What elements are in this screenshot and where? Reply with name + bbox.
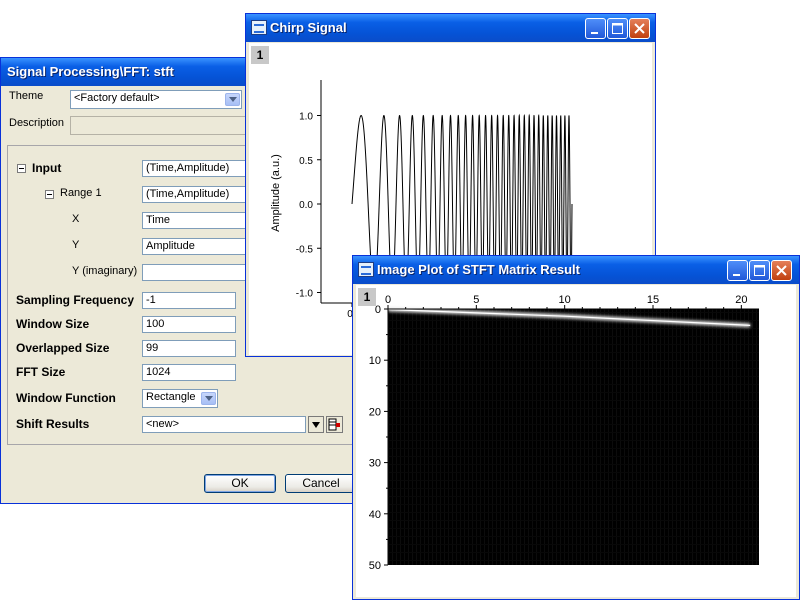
minimize-button[interactable] — [727, 260, 748, 281]
x-tick-label: 15 — [647, 294, 659, 306]
dropdown-arrow-button[interactable] — [308, 416, 324, 433]
y-tick-label: 40 — [369, 509, 381, 521]
window-function-label: Window Function — [16, 391, 116, 405]
shift-results-field[interactable]: <new> — [142, 416, 306, 433]
window-function-select[interactable]: Rectangle — [142, 389, 218, 408]
y-tick-label: 30 — [369, 458, 381, 470]
chirp-window-title-bar[interactable]: Chirp Signal — [246, 14, 655, 42]
graph-window-icon — [251, 20, 267, 35]
maximize-icon — [612, 23, 623, 34]
x-field[interactable]: Time — [142, 212, 262, 229]
window-size-label: Window Size — [16, 317, 90, 331]
x-tick-label: 5 — [473, 294, 479, 306]
y-tick-label: -0.5 — [296, 244, 314, 255]
overlapped-size-field[interactable]: 99 — [142, 340, 236, 357]
theme-select[interactable]: <Factory default> — [70, 90, 242, 109]
range1-label: Range 1 — [60, 187, 102, 199]
description-field[interactable] — [70, 116, 250, 135]
triangle-down-icon — [312, 422, 320, 428]
ok-button[interactable]: OK — [204, 474, 276, 493]
minimize-button[interactable] — [585, 18, 606, 39]
chevron-down-icon[interactable] — [225, 93, 240, 106]
stft-image-window: Image Plot of STFT Matrix Result 1 0 5 1… — [352, 255, 800, 600]
image-plot-area: 1 0 5 10 15 20 0 10 20 30 40 50 — [356, 285, 796, 597]
y-field[interactable]: Amplitude — [142, 238, 262, 255]
overlapped-size-label: Overlapped Size — [16, 341, 110, 355]
close-icon — [776, 265, 787, 276]
minimize-icon — [733, 274, 740, 276]
worksheet-select-icon — [328, 418, 340, 431]
y-tick-label: -1.0 — [296, 289, 314, 300]
y-tick-label: 0 — [375, 304, 381, 316]
theme-select-value: <Factory default> — [74, 92, 160, 104]
close-button[interactable] — [629, 18, 650, 39]
input-label: Input — [32, 161, 62, 175]
shift-results-label: Shift Results — [16, 417, 90, 431]
x-label: X — [72, 213, 80, 225]
stft-image-chart: 0 5 10 15 20 0 10 20 30 40 50 — [369, 294, 759, 572]
y-tick-label: 50 — [369, 560, 381, 572]
input-field[interactable]: (Time,Amplitude) — [142, 160, 262, 177]
range1-field[interactable]: (Time,Amplitude) — [142, 186, 262, 203]
y-tick-label: 0.0 — [299, 200, 313, 211]
fft-size-field[interactable]: 1024 — [142, 364, 236, 381]
y-tick-label: 10 — [369, 355, 381, 367]
maximize-icon — [754, 265, 765, 276]
y-label: Y — [72, 239, 80, 251]
close-button[interactable] — [771, 260, 792, 281]
window-size-field[interactable]: 100 — [142, 316, 236, 333]
chirp-ylabel: Amplitude (a.u.) — [270, 154, 282, 232]
sampling-frequency-label: Sampling Frequency — [16, 293, 135, 307]
graph-window-icon — [358, 262, 374, 277]
x-tick-label: 0 — [385, 294, 391, 306]
y-imaginary-label: Y (imaginary) — [72, 265, 138, 277]
theme-label: Theme — [9, 90, 44, 102]
cancel-button[interactable]: Cancel — [285, 474, 357, 493]
y-tick-label: 1.0 — [299, 112, 313, 123]
collapse-input-icon[interactable] — [17, 164, 26, 173]
chevron-down-icon[interactable] — [201, 392, 216, 405]
collapse-range1-icon[interactable] — [45, 190, 54, 199]
sampling-frequency-field[interactable]: -1 — [142, 292, 236, 309]
y-imaginary-field[interactable] — [142, 264, 262, 281]
window-function-value: Rectangle — [146, 391, 196, 403]
x-tick-label: 10 — [559, 294, 571, 306]
image-window-title: Image Plot of STFT Matrix Result — [377, 262, 580, 277]
stft-dialog-title: Signal Processing\FFT: stft — [7, 64, 174, 79]
close-icon — [634, 23, 645, 34]
description-label: Description — [9, 117, 65, 129]
fft-size-label: FFT Size — [16, 365, 66, 379]
stft-image — [388, 309, 759, 565]
range-selector-button[interactable] — [326, 416, 343, 433]
minimize-icon — [591, 32, 598, 34]
chirp-window-title: Chirp Signal — [270, 20, 347, 35]
maximize-button[interactable] — [749, 260, 770, 281]
y-tick-label: 0.5 — [299, 156, 313, 167]
maximize-button[interactable] — [607, 18, 628, 39]
x-tick-label: 20 — [735, 294, 747, 306]
y-tick-label: 20 — [369, 406, 381, 418]
image-window-title-bar[interactable]: Image Plot of STFT Matrix Result — [353, 256, 799, 284]
